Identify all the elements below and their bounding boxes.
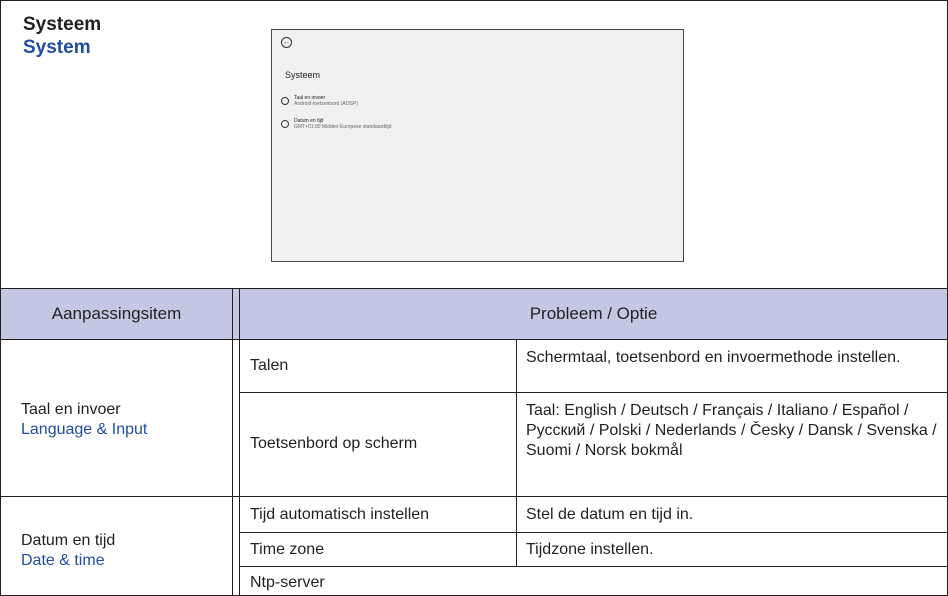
group-label-en: Date & time xyxy=(21,552,105,569)
screenshot-item-sub: GMT+01:00 Midden-Europese standaardtijd xyxy=(294,124,392,130)
clock-icon xyxy=(281,120,289,128)
option-name: Toetsenbord op scherm xyxy=(250,435,418,452)
group-label-datetime: Datum en tijd Date & time xyxy=(21,531,226,571)
desc-column-divider xyxy=(516,339,517,496)
group-divider xyxy=(0,496,948,497)
group-label-nl: Datum en tijd xyxy=(21,532,116,549)
row-divider xyxy=(240,532,948,533)
option-name: Ntp-server xyxy=(250,574,325,591)
back-arrow-icon: ← xyxy=(281,37,292,48)
column-header-item: Aanpassingsitem xyxy=(51,304,182,323)
section-title-dutch: Systeem xyxy=(23,14,102,35)
option-name: Time zone xyxy=(250,541,325,558)
option-description: Taal: English / Deutsch / Français / Ita… xyxy=(526,402,937,459)
option-description: Tijdzone instellen. xyxy=(526,541,654,558)
option-name: Talen xyxy=(250,357,289,374)
option-description: Schermtaal, toetsenbord en invoermethode… xyxy=(526,349,901,366)
row-divider xyxy=(240,566,948,567)
group-label-en: Language & Input xyxy=(21,421,148,438)
desc-column-divider xyxy=(516,496,517,566)
row-divider xyxy=(240,392,948,393)
group-label-nl: Taal en invoer xyxy=(21,401,121,418)
screenshot-title: Systeem xyxy=(285,70,321,80)
settings-screenshot: ← Systeem Taal en invoer Android-toetsen… xyxy=(271,29,684,262)
screenshot-item-sub: Android-toetsenbord (AOSP) xyxy=(294,101,358,107)
table-top-border xyxy=(0,288,948,289)
section-title-english: System xyxy=(23,37,91,58)
globe-icon xyxy=(281,97,289,105)
option-description: Stel de datum en tijd in. xyxy=(526,506,694,523)
option-name: Tijd automatisch instellen xyxy=(250,506,430,523)
group-label-language: Taal en invoer Language & Input xyxy=(21,400,226,440)
column-divider-left xyxy=(232,289,233,596)
column-header-option: Probleem / Optie xyxy=(529,304,658,323)
header-bottom-border xyxy=(0,339,948,340)
column-divider-right xyxy=(239,289,240,596)
